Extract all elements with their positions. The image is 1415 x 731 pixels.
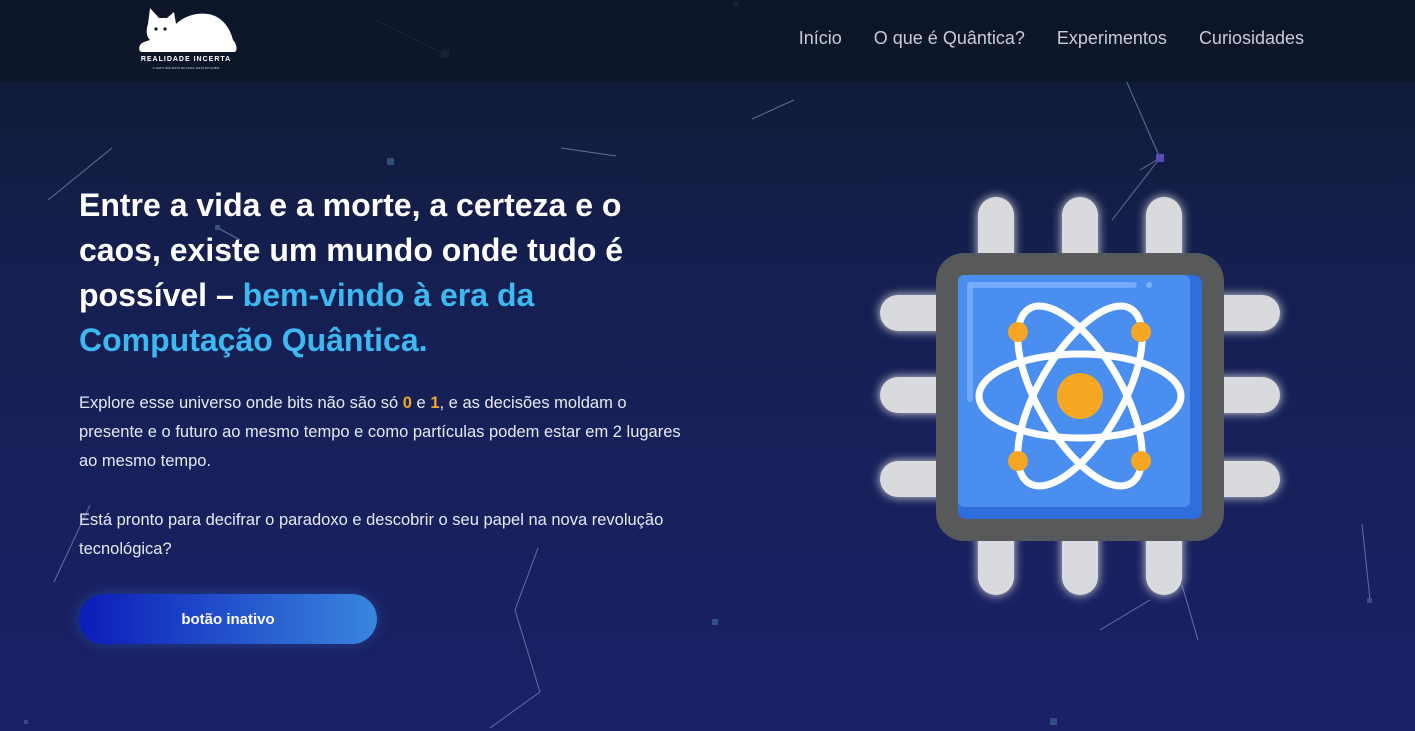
bit-one: 1 [430,394,440,412]
brand-tagline: O GATO NÃO ESTÁ NA CAIXA, ESTÁ NO QUBIT [152,66,220,70]
inactive-button[interactable]: botão inativo [79,594,377,644]
hero-headline: Entre a vida e a morte, a certeza e o ca… [79,183,679,363]
para1-mid: e [411,394,431,412]
hero-paragraph-question: Está pronto para decifrar o paradoxo e d… [79,511,664,558]
top-navbar: REALIDADE INCERTA O GATO NÃO ESTÁ NA CAI… [0,0,1415,82]
para1-before: Explore esse universo onde bits não são … [79,394,403,412]
hero-paragraph-bits: Explore esse universo onde bits não são … [79,389,689,476]
nav-item-inicio[interactable]: Início [799,28,842,49]
cat-icon [139,8,237,52]
bit-zero: 0 [402,394,412,412]
main-nav: Início O que é Quântica? Experimentos Cu… [799,28,1304,49]
nav-item-curiosidades[interactable]: Curiosidades [1199,28,1304,49]
nav-item-experimentos[interactable]: Experimentos [1057,28,1167,49]
brand-logo[interactable]: REALIDADE INCERTA O GATO NÃO ESTÁ NA CAI… [134,6,238,74]
nav-item-o-que-e-quantica[interactable]: O que é Quântica? [874,28,1025,49]
quantum-chip-illustration [870,185,1290,605]
brand-name: REALIDADE INCERTA [140,56,232,63]
quantum-chip-atom-icon [880,197,1280,595]
